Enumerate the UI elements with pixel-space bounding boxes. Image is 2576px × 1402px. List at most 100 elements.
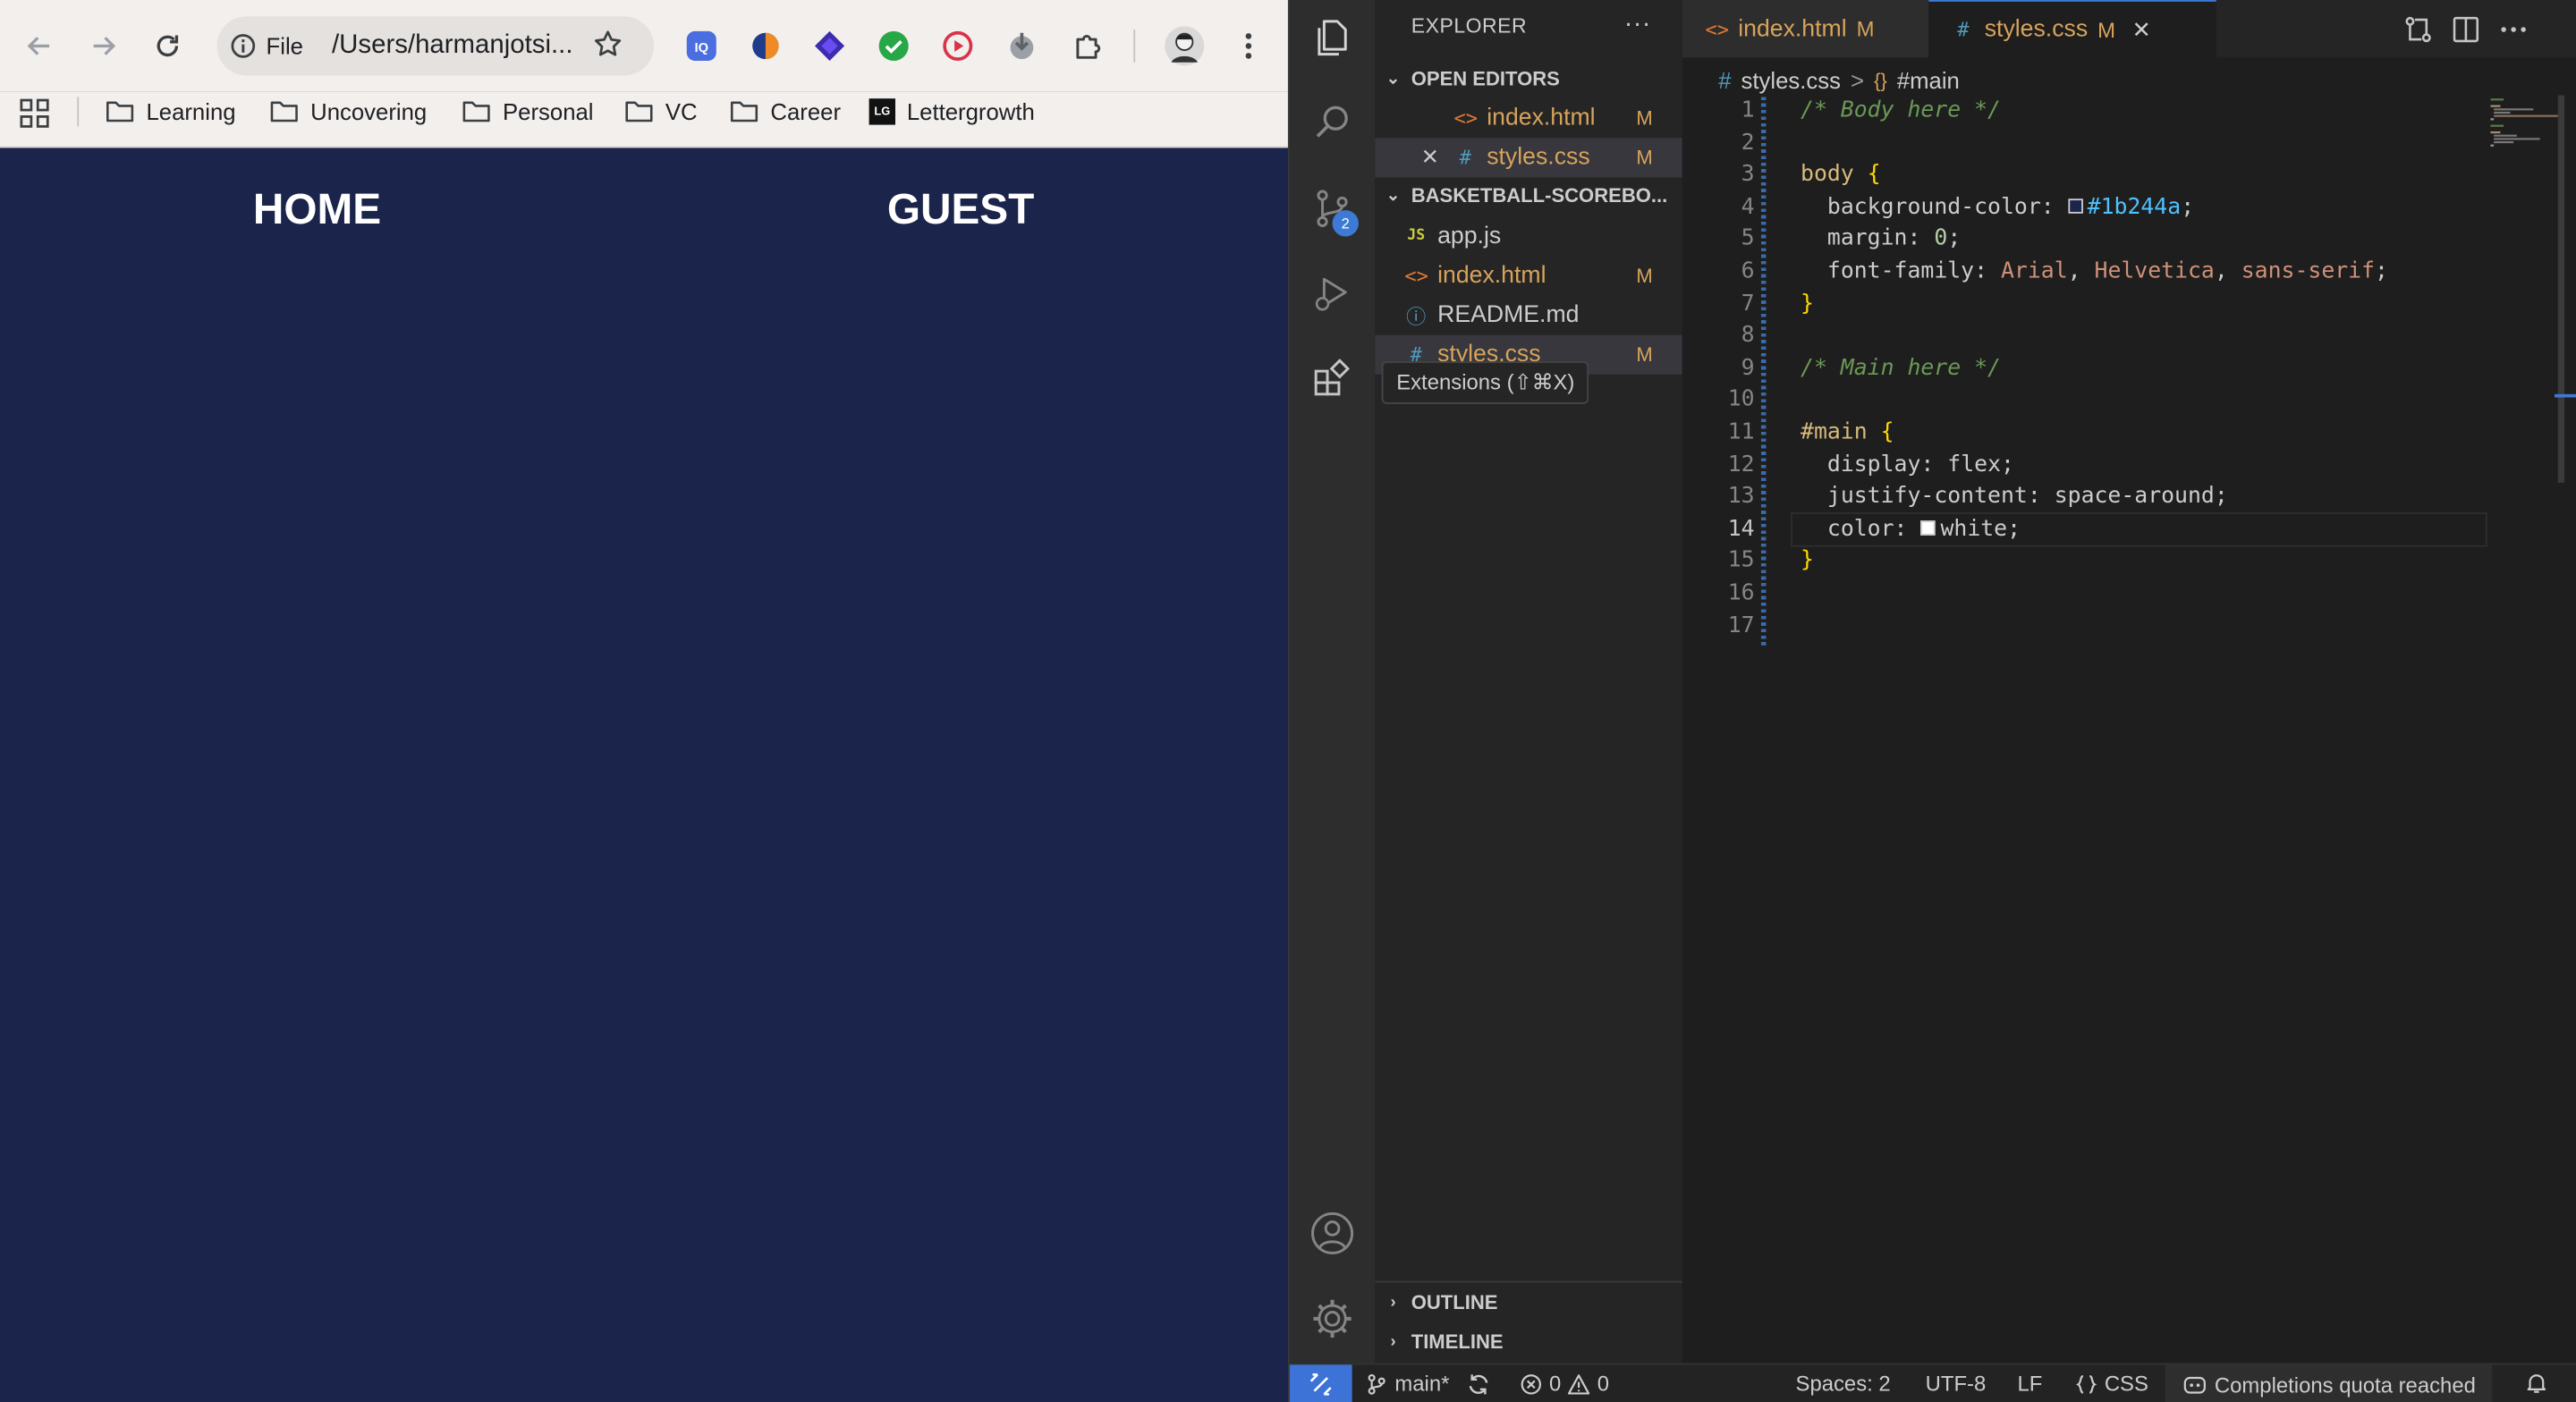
address-bar[interactable]: File /Users/harmanjotsi...: [216, 16, 655, 76]
guest-heading: GUEST: [886, 183, 1035, 233]
extension-layers-button[interactable]: [811, 28, 847, 63]
more-actions-icon[interactable]: [2497, 13, 2530, 46]
indentation-status[interactable]: Spaces: 2: [1796, 1372, 1891, 1397]
bookmark-folder-uncovering[interactable]: Uncovering: [269, 92, 427, 131]
open-editor-styles-css[interactable]: ✕ # styles.css M: [1375, 138, 1682, 178]
branch-name: main*: [1394, 1371, 1450, 1397]
status-bar: main* 0 0 Spaces: 2 UTF-8 LF CSS Complet…: [1289, 1363, 2576, 1402]
code-line[interactable]: 12 display: flex;: [1682, 451, 2576, 483]
code-line[interactable]: 14 color: white;: [1682, 515, 2576, 547]
code-text[interactable]: background-color: #1b244a;: [1801, 193, 2194, 219]
code-text[interactable]: font-family: Arial, Helvetica, sans-seri…: [1801, 258, 2388, 283]
code-line[interactable]: 13 justify-content: space-around;: [1682, 483, 2576, 515]
vertical-scrollbar[interactable]: [2557, 95, 2565, 483]
bookmark-lettergrowth[interactable]: LG Lettergrowth: [869, 92, 1035, 131]
code-line[interactable]: 3 body {: [1682, 161, 2576, 193]
extension-play-button[interactable]: [940, 28, 976, 63]
code-line[interactable]: 16: [1682, 579, 2576, 612]
code-text[interactable]: }: [1801, 290, 1814, 316]
file-index-html[interactable]: <> index.html M: [1375, 257, 1682, 296]
bell-icon: [2527, 1374, 2546, 1393]
code-line[interactable]: 10: [1682, 386, 2576, 418]
bookmark-folder-career[interactable]: Career: [729, 92, 841, 131]
file-readme-md[interactable]: ⓘ README.md: [1375, 296, 1682, 335]
tab-index-html[interactable]: <> index.html M: [1682, 0, 1929, 58]
chevron-right-icon: ›: [1390, 1293, 1396, 1312]
reload-button[interactable]: [145, 23, 191, 69]
code-text[interactable]: #main {: [1801, 418, 1894, 444]
puzzle-icon: [1076, 34, 1101, 59]
run-debug-activity-button[interactable]: [1308, 269, 1357, 318]
file-app-js[interactable]: JS app.js: [1375, 216, 1682, 256]
manage-activity-button[interactable]: [1308, 1294, 1357, 1343]
download-extension-icon: [1010, 32, 1034, 60]
problems-status[interactable]: 0 0: [1520, 1372, 1609, 1396]
site-info-chip[interactable]: File: [230, 28, 303, 63]
open-editors-header[interactable]: ⌄ OPEN EDITORS: [1375, 61, 1682, 97]
back-button[interactable]: [16, 23, 62, 69]
extension-orbit-button[interactable]: [748, 28, 784, 63]
code-line[interactable]: 15}: [1682, 547, 2576, 579]
code-text[interactable]: body {: [1801, 161, 1881, 187]
accounts-activity-button[interactable]: [1308, 1209, 1357, 1258]
encoding-status[interactable]: UTF-8: [1926, 1372, 1987, 1397]
breadcrumb-symbol[interactable]: #main: [1897, 67, 1960, 93]
code-text[interactable]: justify-content: space-around;: [1801, 483, 2228, 509]
open-editor-index-html[interactable]: <> index.html M: [1375, 98, 1682, 138]
extension-download-button[interactable]: [1004, 28, 1039, 63]
remote-button[interactable]: [1289, 1364, 1352, 1402]
extensions-menu-button[interactable]: [1070, 28, 1106, 63]
sync-icon[interactable]: [1466, 1372, 1492, 1396]
explorer-more-actions[interactable]: ···: [1624, 13, 1651, 39]
reload-icon: [157, 35, 179, 57]
code-text[interactable]: margin: 0;: [1801, 225, 1961, 251]
extensions-activity-button[interactable]: [1308, 355, 1357, 404]
tab-label: styles.css: [1984, 16, 2089, 43]
extension-iq-button[interactable]: IQ: [683, 28, 719, 63]
bookmark-folder-learning[interactable]: Learning: [106, 92, 236, 131]
css-file-icon: #: [1957, 18, 1970, 41]
compare-changes-icon[interactable]: [2402, 13, 2435, 46]
code-text[interactable]: color: white;: [1801, 515, 2021, 541]
browser-menu-button[interactable]: [1231, 28, 1267, 63]
extension-check-button[interactable]: [876, 28, 911, 63]
code-line[interactable]: 9 /* Main here */: [1682, 354, 2576, 386]
eol-status[interactable]: LF: [2017, 1372, 2042, 1397]
code-line[interactable]: 6 font-family: Arial, Helvetica, sans-se…: [1682, 258, 2576, 290]
close-tab-icon[interactable]: ✕: [2131, 15, 2151, 43]
code-line[interactable]: 2: [1682, 129, 2576, 161]
url-text[interactable]: /Users/harmanjotsi...: [332, 31, 581, 61]
timeline-header[interactable]: › TIMELINE: [1375, 1323, 1682, 1359]
code-text[interactable]: /* Body here */: [1801, 97, 2001, 122]
project-folder-header[interactable]: ⌄ BASKETBALL-SCOREBO...: [1375, 177, 1682, 213]
breadcrumb-file[interactable]: styles.css: [1741, 67, 1841, 93]
outline-header[interactable]: › OUTLINE: [1375, 1284, 1682, 1320]
code-line[interactable]: 11 #main {: [1682, 418, 2576, 451]
split-editor-icon[interactable]: [2450, 13, 2483, 46]
search-activity-button[interactable]: [1308, 98, 1357, 148]
copilot-status[interactable]: Completions quota reached: [2165, 1364, 2493, 1402]
language-status[interactable]: CSS: [2075, 1372, 2148, 1396]
code-line[interactable]: 17: [1682, 612, 2576, 644]
code-text[interactable]: }: [1801, 547, 1814, 573]
code-line[interactable]: 5 margin: 0;: [1682, 225, 2576, 258]
apps-button[interactable]: [20, 94, 49, 133]
line-number: 11: [1727, 418, 1755, 445]
tab-styles-css[interactable]: # styles.css M ✕: [1928, 0, 2216, 58]
forward-button[interactable]: [80, 23, 126, 69]
explorer-activity-button[interactable]: [1308, 13, 1357, 63]
code-text[interactable]: display: flex;: [1801, 451, 2014, 477]
code-line[interactable]: 7}: [1682, 290, 2576, 322]
code-line[interactable]: 1 /* Body here */: [1682, 97, 2576, 129]
bookmark-label: Personal: [503, 98, 594, 125]
code-text[interactable]: /* Main here */: [1801, 354, 2001, 380]
code-line[interactable]: 4 background-color: #1b244a;: [1682, 193, 2576, 225]
code-line[interactable]: 8: [1682, 322, 2576, 354]
notifications-button[interactable]: [2525, 1372, 2548, 1395]
close-icon[interactable]: ✕: [1421, 145, 1454, 171]
bookmark-folder-personal[interactable]: Personal: [462, 92, 594, 131]
bookmark-folder-vc[interactable]: VC: [624, 92, 698, 131]
bookmark-star-button[interactable]: [591, 28, 624, 61]
branch-status[interactable]: main*: [1365, 1371, 1492, 1397]
profile-avatar-button[interactable]: [1163, 25, 1206, 68]
